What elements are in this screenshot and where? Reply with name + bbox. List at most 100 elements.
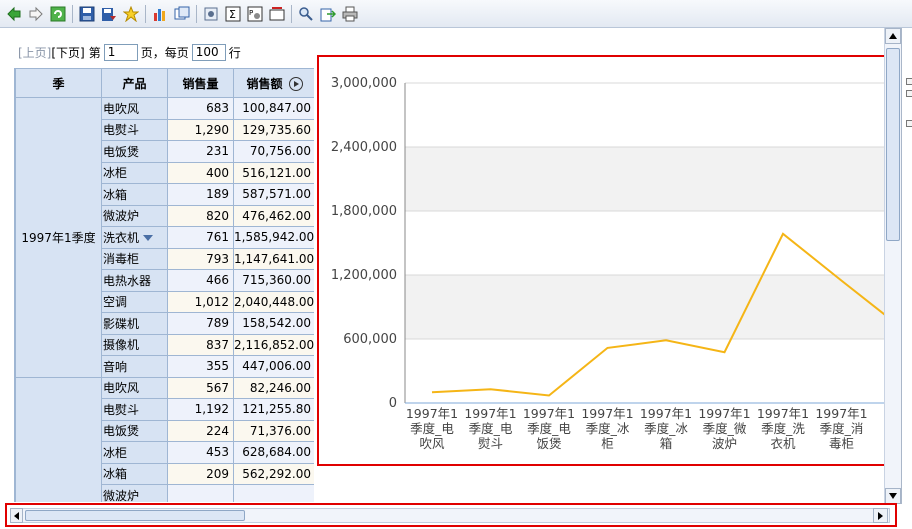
formula-icon[interactable]: Σ bbox=[223, 4, 243, 24]
svg-text:P: P bbox=[249, 9, 253, 17]
expand-arrow-icon[interactable] bbox=[288, 77, 303, 91]
product-label: 电吹风 bbox=[103, 381, 140, 396]
x-tick-label: 季度_洗 bbox=[761, 421, 805, 436]
x-tick-label: 1997年1 bbox=[757, 406, 809, 421]
arrow-left-icon bbox=[14, 511, 19, 520]
product-label: 微波炉 bbox=[103, 488, 140, 502]
table-row[interactable]: 电吹风 567 82,246.00 bbox=[15, 376, 314, 502]
prev-page-link[interactable]: [上页] bbox=[18, 44, 51, 61]
scroll-up-button[interactable] bbox=[885, 28, 901, 44]
product-label: 电饭煲 bbox=[103, 424, 140, 439]
amount-cell: 562,292.00 bbox=[233, 462, 314, 485]
x-tick-label: 衣机 bbox=[770, 436, 796, 451]
filter-icon[interactable] bbox=[267, 4, 287, 24]
arrow-down-icon bbox=[889, 493, 897, 499]
x-tick-label: 1997年1 bbox=[406, 406, 458, 421]
scroll-down-button[interactable] bbox=[885, 488, 901, 504]
x-tick-label: 吹风 bbox=[419, 436, 445, 451]
arrow-up-icon bbox=[889, 33, 897, 39]
expand-icon[interactable] bbox=[906, 78, 912, 85]
column-header-amount-label: 销售额 bbox=[246, 76, 283, 91]
x-tick-label: 熨斗 bbox=[478, 436, 503, 451]
dropdown-arrow-icon[interactable] bbox=[143, 235, 154, 242]
product-cell: 微波炉 bbox=[101, 484, 168, 502]
quantity-cell: 1,192 bbox=[167, 398, 234, 421]
quantity-cell: 224 bbox=[167, 419, 234, 442]
y-tick-label: 3,000,000 bbox=[331, 76, 397, 91]
y-tick-label: 1,200,000 bbox=[331, 268, 397, 283]
product-cell: 电饭煲 bbox=[101, 419, 168, 442]
refresh-icon[interactable] bbox=[48, 4, 68, 24]
x-tick-label: 饭煲 bbox=[536, 436, 561, 451]
amount-cell: 1,585,942.00 bbox=[233, 226, 314, 249]
product-label: 电熨斗 bbox=[103, 123, 140, 138]
save-icon[interactable] bbox=[77, 4, 97, 24]
x-tick-label: 1997年1 bbox=[815, 406, 867, 421]
scroll-right-button[interactable] bbox=[873, 508, 888, 523]
product-label: 电吹风 bbox=[103, 101, 140, 116]
window-icon[interactable] bbox=[172, 4, 192, 24]
vertical-scroll-thumb[interactable] bbox=[886, 48, 900, 241]
amount-cell: 121,255.80 bbox=[233, 398, 314, 421]
product-cell: 电吹风 bbox=[101, 376, 168, 399]
x-tick-label: 季度_电 bbox=[410, 421, 454, 436]
parameter-icon[interactable]: P bbox=[245, 4, 265, 24]
amount-cell: 587,571.00 bbox=[233, 183, 314, 206]
product-label: 空调 bbox=[103, 295, 128, 310]
toolbar-separator bbox=[72, 4, 73, 23]
toolbar-separator bbox=[196, 4, 197, 23]
expand-icon[interactable] bbox=[906, 90, 912, 97]
quantity-cell: 453 bbox=[167, 441, 234, 464]
settings-icon[interactable] bbox=[201, 4, 221, 24]
column-header-season[interactable]: 季 bbox=[15, 68, 102, 98]
rows-per-page-input[interactable]: 100 bbox=[191, 43, 226, 61]
y-tick-label: 1,800,000 bbox=[331, 204, 397, 219]
column-header-product[interactable]: 产品 bbox=[101, 68, 168, 98]
forward-icon[interactable] bbox=[26, 4, 46, 24]
column-header-quantity[interactable]: 销售量 bbox=[167, 68, 234, 98]
favorite-icon[interactable] bbox=[121, 4, 141, 24]
table-row[interactable]: 1997年1季度 电吹风 683 100,847.00 bbox=[15, 97, 314, 378]
export-icon[interactable] bbox=[318, 4, 338, 24]
quantity-cell: 400 bbox=[167, 161, 234, 184]
quantity-cell: 466 bbox=[167, 269, 234, 292]
zoom-icon[interactable] bbox=[296, 4, 316, 24]
grid-band bbox=[405, 275, 903, 339]
x-tick-label: 季度_微 bbox=[703, 421, 747, 436]
vertical-scrollbar[interactable] bbox=[884, 28, 901, 504]
side-panel-edge bbox=[901, 28, 912, 504]
page-number-input[interactable]: 1 bbox=[103, 43, 138, 61]
product-label: 电饭煲 bbox=[103, 144, 140, 159]
next-page-link[interactable]: [下页] bbox=[51, 44, 84, 61]
quantity-cell: 837 bbox=[167, 333, 234, 356]
quantity-cell: 761 bbox=[167, 226, 234, 249]
quantity-cell: 189 bbox=[167, 183, 234, 206]
quantity-cell: 209 bbox=[167, 462, 234, 485]
product-cell: 微波炉 bbox=[101, 204, 168, 227]
horizontal-scroll-thumb[interactable] bbox=[25, 510, 245, 521]
amount-cell: 715,360.00 bbox=[233, 269, 314, 292]
save-as-icon[interactable] bbox=[99, 4, 119, 24]
season-cell bbox=[15, 376, 102, 502]
horizontal-scrollbar[interactable] bbox=[10, 508, 890, 523]
back-icon[interactable] bbox=[4, 4, 24, 24]
product-cell: 电熨斗 bbox=[101, 118, 168, 141]
product-cell: 冰箱 bbox=[101, 462, 168, 485]
print-icon[interactable] bbox=[340, 4, 360, 24]
scroll-left-button[interactable] bbox=[10, 508, 23, 523]
quantity-cell: 1,290 bbox=[167, 118, 234, 141]
product-label: 音响 bbox=[103, 359, 128, 374]
toolbar: Σ P bbox=[0, 0, 912, 28]
product-cell: 冰箱 bbox=[101, 183, 168, 206]
expand-icon[interactable] bbox=[906, 120, 912, 127]
product-cell: 电饭煲 bbox=[101, 140, 168, 163]
amount-cell: 82,246.00 bbox=[233, 376, 314, 399]
product-cell: 摄像机 bbox=[101, 333, 168, 356]
column-header-amount[interactable]: 销售额 bbox=[233, 68, 314, 98]
product-label: 摄像机 bbox=[103, 338, 140, 353]
x-tick-label: 季度_冰 bbox=[586, 421, 630, 436]
product-cell: 电熨斗 bbox=[101, 398, 168, 421]
x-tick-label: 1997年1 bbox=[523, 406, 575, 421]
chart-highlight-box: 0 600,000 1,200,000 1,800,000 2,400,000 3,000… bbox=[317, 55, 905, 466]
chart-icon[interactable] bbox=[150, 4, 170, 24]
